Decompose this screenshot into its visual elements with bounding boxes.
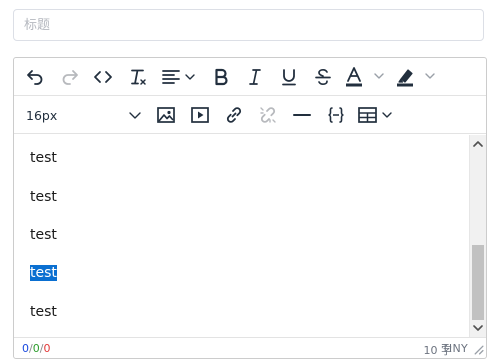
- paragraph: test: [30, 189, 57, 205]
- chevron-down-icon: [129, 112, 141, 119]
- insert-media-button[interactable]: [187, 102, 213, 128]
- unlink-icon: [260, 107, 276, 123]
- underline-button[interactable]: [276, 64, 302, 90]
- highlighter-icon: [397, 69, 435, 87]
- horizontal-line-button[interactable]: [289, 102, 315, 128]
- highlight-color-dropdown[interactable]: [395, 64, 439, 90]
- source-code-button[interactable]: [90, 64, 116, 90]
- chevron-up-icon: [473, 141, 483, 147]
- scroll-up-button[interactable]: [470, 137, 486, 151]
- toolbar-primary: [14, 58, 486, 96]
- redo-button[interactable]: [57, 64, 83, 90]
- redo-icon: [62, 70, 78, 85]
- strikethrough-button[interactable]: [310, 64, 336, 90]
- status-bar: 0/0/0 10 字 TINY: [14, 337, 486, 358]
- strikethrough-icon: [315, 68, 331, 86]
- horizontal-rule-icon: [293, 114, 311, 116]
- count-a: 0: [22, 342, 29, 355]
- count-c: 0: [43, 342, 51, 355]
- tiny-branding-link[interactable]: TINY: [442, 342, 468, 355]
- media-icon: [191, 107, 209, 123]
- italic-icon: [249, 69, 261, 85]
- underline-icon: [282, 69, 296, 86]
- clear-formatting-button[interactable]: [125, 64, 151, 90]
- scroll-thumb[interactable]: [472, 245, 484, 320]
- image-icon: [157, 107, 175, 123]
- text-color-icon: [346, 67, 384, 87]
- undo-button[interactable]: [22, 64, 48, 90]
- bold-icon: [215, 68, 228, 86]
- scroll-down-button[interactable]: [470, 321, 486, 335]
- text-color-dropdown[interactable]: [344, 64, 388, 90]
- clear-format-icon: [131, 69, 146, 85]
- undo-icon: [27, 70, 43, 85]
- rich-text-editor: 16px test test test test test 0/0/0 10 字…: [13, 57, 487, 359]
- font-size-value: 16px: [26, 107, 58, 123]
- link-icon: [226, 107, 242, 123]
- vertical-scrollbar[interactable]: [469, 135, 486, 337]
- resize-handle-icon[interactable]: [473, 344, 484, 355]
- paragraph-selected: test: [30, 265, 57, 281]
- paragraph: test: [30, 227, 57, 243]
- bold-button[interactable]: [208, 64, 234, 90]
- font-size-select[interactable]: 16px: [20, 102, 146, 128]
- chevron-down-icon: [473, 325, 483, 331]
- code-sample-icon: [328, 107, 344, 123]
- toolbar-secondary: 16px: [14, 96, 486, 134]
- paragraph: test: [30, 150, 57, 166]
- title-input[interactable]: [13, 9, 484, 41]
- table-dropdown[interactable]: [357, 102, 397, 128]
- align-dropdown[interactable]: [160, 64, 200, 90]
- code-sample-button[interactable]: [323, 102, 349, 128]
- table-icon: [358, 107, 392, 123]
- insert-image-button[interactable]: [153, 102, 179, 128]
- count-b: 0: [32, 342, 40, 355]
- editor-content[interactable]: test test test test test: [14, 135, 469, 337]
- code-icon: [94, 71, 112, 83]
- unlink-button[interactable]: [255, 102, 281, 128]
- italic-button[interactable]: [242, 64, 268, 90]
- paragraph: test: [30, 304, 57, 320]
- align-left-icon: [162, 70, 195, 84]
- counters: 0/0/0: [22, 342, 50, 355]
- insert-link-button[interactable]: [221, 102, 247, 128]
